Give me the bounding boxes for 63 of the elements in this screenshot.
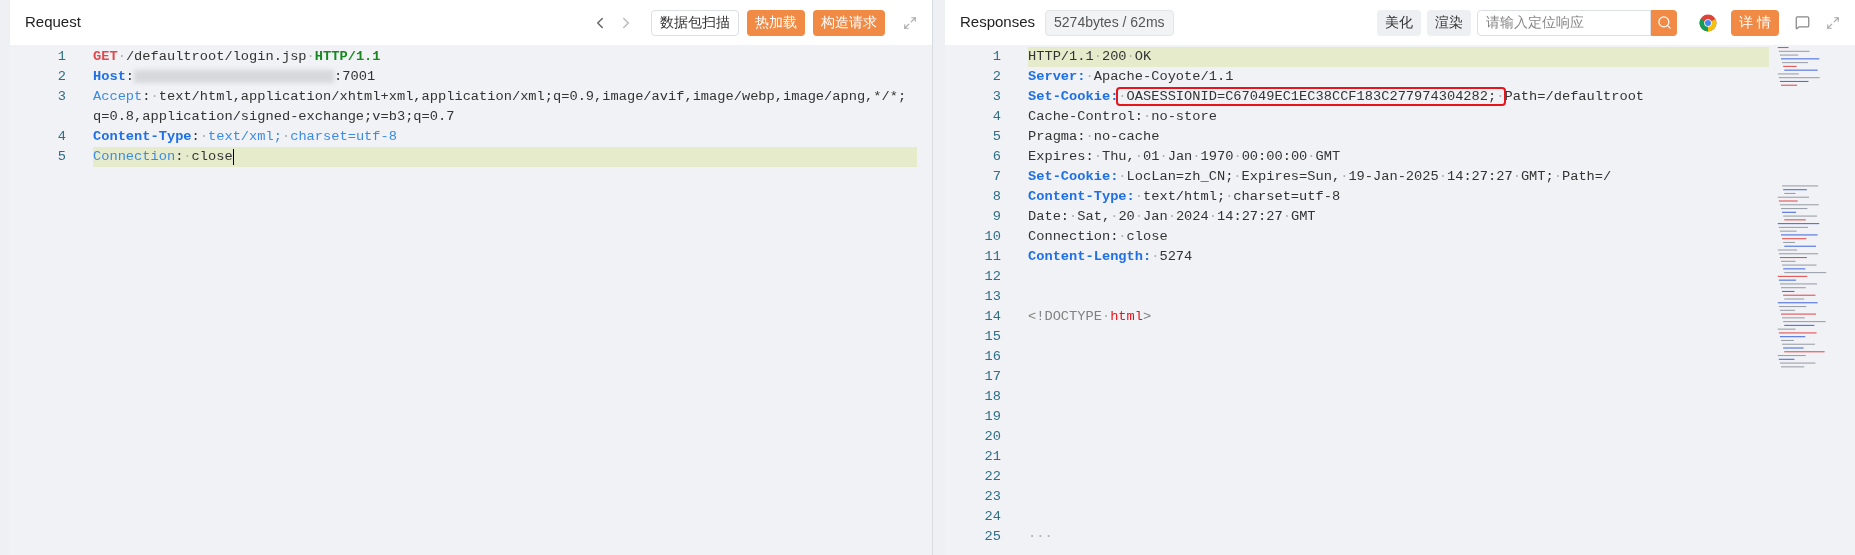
panel-title: Request <box>25 12 81 33</box>
browser-icon[interactable] <box>1699 13 1718 32</box>
code-text: Content-Type:·text/html;·charset=utf-8 <box>1028 187 1341 206</box>
line-number: 1 <box>56 47 66 66</box>
toolbar-button[interactable]: 数据包扫描 <box>651 9 739 36</box>
response-stats: 5274bytes / 62ms <box>1045 9 1174 36</box>
line-number: 12 <box>983 267 1001 286</box>
line-number: 21 <box>983 447 1001 466</box>
code-text: <!DOCTYPE·html> <box>1028 307 1152 326</box>
line-number: 4 <box>991 107 1001 126</box>
search-button[interactable] <box>1651 9 1678 36</box>
line-number: 8 <box>991 187 1001 206</box>
code-text: Content-Length:·5274 <box>1028 247 1193 266</box>
code-text: Set-Cookie:·LocLan=zh_CN;·Expires=Sun,·19-Jan-2025·14:27:27·GMT;·Path=/ <box>1028 167 1612 186</box>
expand-icon[interactable] <box>903 15 917 30</box>
code-text: Content-Type:·text/xml;·charset=utf-8 <box>93 127 397 146</box>
line-number: 2 <box>56 67 66 86</box>
code-text: Cache-Control:·no-store <box>1028 107 1217 126</box>
search-icon <box>1656 15 1672 30</box>
expand-icon[interactable] <box>1826 15 1840 30</box>
line-number: 2 <box>991 67 1001 86</box>
code-text: Pragma:·no-cache <box>1028 127 1160 146</box>
code-text: GET·/defaultroot/login.jsp·HTTP/1.1 <box>93 47 381 66</box>
line-number: 5 <box>991 127 1001 146</box>
code-text: Expires:·Thu,·01·Jan·1970·00:00:00·GMT <box>1028 147 1341 166</box>
line-number: 24 <box>983 507 1001 526</box>
code-text: Accept:·text/html,application/xhtml+xml,application/xml;q=0.9,image/avif,image/webp,image/apng,*/*; <box>93 87 907 106</box>
line-number: 9 <box>991 207 1001 226</box>
search-field[interactable]: 请输入定位响应 <box>1477 9 1652 36</box>
comment-icon[interactable] <box>1795 15 1810 30</box>
code-text: Connection:·close <box>1028 227 1168 246</box>
toolbar-button[interactable]: 美化 <box>1377 9 1422 36</box>
line-number: 25 <box>983 527 1001 546</box>
line-number: 15 <box>983 327 1001 346</box>
code-text: Connection:·close <box>93 147 233 166</box>
line-number: 10 <box>983 227 1001 246</box>
line-number: 4 <box>56 127 66 146</box>
code-text: HTTP/1.1·200·OK <box>1028 47 1152 66</box>
text-cursor <box>232 149 235 165</box>
line-number: 18 <box>983 387 1001 406</box>
code-text: Set-Cookie:·OASESSIONID=C67049EC1EC38CCF183C277974304282;·Path=/defaultroot <box>1028 87 1645 106</box>
line-number: 1 <box>991 47 1001 66</box>
code-text: Date:·Sat,·20·Jan·2024·14:27:27·GMT <box>1028 207 1316 226</box>
line-number: 3 <box>56 87 66 106</box>
line-number: 17 <box>983 367 1001 386</box>
toolbar-button[interactable]: 渲染 <box>1427 9 1472 36</box>
line-number: 23 <box>983 487 1001 506</box>
line-number: 11 <box>983 247 1001 266</box>
code-text: q=0.8,application/signed-exchange;v=b3;q=0.7 <box>93 107 455 126</box>
code-text: Host: :7001 <box>93 67 376 86</box>
code-text: ··· <box>1028 527 1053 546</box>
panel-title: Responses <box>960 12 1036 33</box>
line-number: 3 <box>991 87 1001 106</box>
line-number: 7 <box>991 167 1001 186</box>
line-number: 6 <box>991 147 1001 166</box>
line-number: 16 <box>983 347 1001 366</box>
line-number: 20 <box>983 427 1001 446</box>
code-text: Server:·Apache-Coyote/1.1 <box>1028 67 1234 86</box>
line-number: 14 <box>983 307 1001 326</box>
line-number: 13 <box>983 287 1001 306</box>
line-number: 19 <box>983 407 1001 426</box>
line-number: 22 <box>983 467 1001 486</box>
line-number: 5 <box>56 147 66 166</box>
